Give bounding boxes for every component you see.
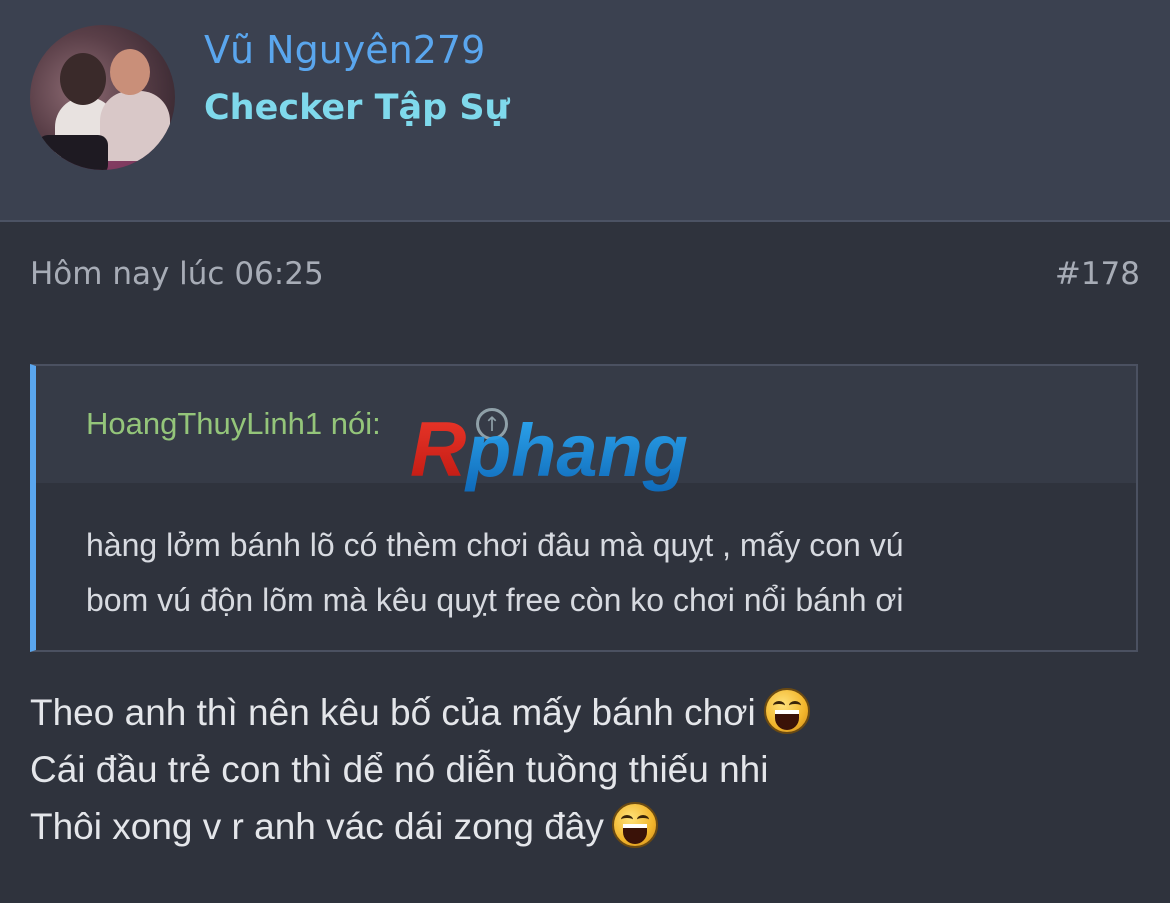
post-line-text: Thôi xong v r anh vác dái zong đây	[30, 806, 604, 847]
username-link[interactable]: Vũ Nguyên279	[204, 28, 485, 72]
quote-text: hàng lởm bánh lõ có thèm chơi đâu mà quỵ…	[86, 518, 1116, 628]
quote-text-line: bom vú độn lõm mà kêu quỵt free còn ko c…	[86, 582, 904, 618]
post-line: Cái đầu trẻ con thì dể nó diễn tuồng thi…	[30, 741, 1140, 798]
avatar-photo-person	[60, 53, 106, 105]
post-timestamp[interactable]: Hôm nay lúc 06:25	[30, 256, 324, 292]
post-line: Theo anh thì nên kêu bố của mấy bánh chơ…	[30, 684, 1140, 741]
post-author-header: Vũ Nguyên279 Checker Tập Sự	[0, 0, 1170, 222]
quote-text-line: hàng lởm bánh lõ có thèm chơi đâu mà quỵ…	[86, 527, 904, 563]
quote-header: HoangThuyLinh1 nói: ↑	[36, 366, 1136, 483]
post-line-text: Cái đầu trẻ con thì dể nó diễn tuồng thi…	[30, 749, 769, 790]
avatar-photo-detail	[38, 135, 108, 170]
avatar-photo-person	[100, 91, 170, 161]
post-line-text: Theo anh thì nên kêu bố của mấy bánh chơ…	[30, 692, 756, 733]
user-avatar[interactable]	[30, 25, 175, 170]
post-number[interactable]: #178	[1055, 256, 1140, 292]
post-meta: Hôm nay lúc 06:25 #178	[30, 256, 1140, 300]
quote-block: HoangThuyLinh1 nói: ↑ hàng lởm bánh lõ c…	[30, 364, 1138, 652]
laughing-smiley-icon	[611, 802, 658, 849]
post-body: Theo anh thì nên kêu bố của mấy bánh chơ…	[30, 684, 1140, 855]
post-line: Thôi xong v r anh vác dái zong đây	[30, 798, 1140, 855]
user-title: Checker Tập Sự	[204, 88, 510, 128]
quote-author[interactable]: HoangThuyLinh1 nói:	[86, 406, 381, 442]
avatar-photo-person	[110, 49, 150, 95]
laughing-smiley-icon	[763, 688, 810, 735]
arrow-up-circle-icon[interactable]: ↑	[476, 408, 508, 440]
